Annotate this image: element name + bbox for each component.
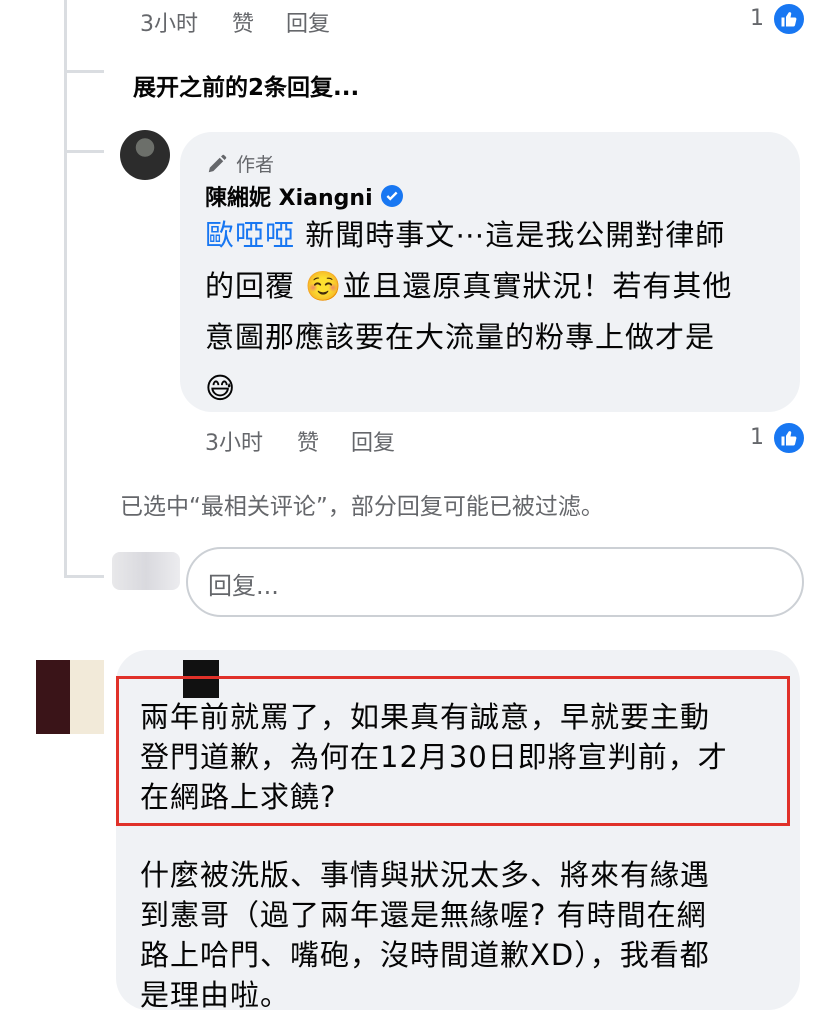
top-comment-actions: 3小时 赞 回复 bbox=[140, 6, 362, 38]
paragraph-2-line-4: 是理由啦。 bbox=[140, 978, 291, 1012]
thread-line-main bbox=[64, 0, 67, 560]
top-comment-reply-button[interactable]: 回复 bbox=[286, 12, 330, 37]
author-badge: 作者 bbox=[206, 150, 274, 177]
author-reply-like-count: 1 bbox=[750, 425, 764, 450]
paragraph-2-line-2: 到憲哥（過了兩年還是無緣喔? 有時間在網 bbox=[140, 898, 707, 932]
author-reply-line-2: 的回覆 ☺️並且還原真實狀況！若有其他 bbox=[205, 269, 733, 303]
reply-input-placeholder: 回复... bbox=[208, 572, 279, 600]
thread-line-branch-reply bbox=[64, 575, 104, 578]
author-reply-line-4: 😅 bbox=[205, 371, 237, 405]
author-reply-text: 歐啞啞 新聞時事文⋯這是我公開對律師 的回覆 ☺️並且還原真實狀況！若有其他 意… bbox=[205, 210, 795, 414]
author-badge-label: 作者 bbox=[236, 154, 275, 176]
author-name-text[interactable]: 陳緗妮 Xiangni bbox=[205, 180, 373, 212]
verified-badge-icon bbox=[380, 185, 403, 207]
author-reply-like-button[interactable]: 赞 bbox=[297, 431, 319, 456]
author-reply-reply-button[interactable]: 回复 bbox=[351, 431, 395, 456]
top-comment-like-count: 1 bbox=[750, 6, 764, 31]
author-reply-time[interactable]: 3小时 bbox=[205, 431, 263, 456]
thread-line-branch-author bbox=[64, 150, 104, 153]
comment-paragraph-2: 什麼被洗版、事情與狀況太多、將來有緣遇 到憲哥（過了兩年還是無緣喔? 有時間在網… bbox=[140, 855, 710, 1015]
thread-line-branch-expand bbox=[64, 70, 104, 73]
author-reply-line-3: 意圖那應該要在大流量的粉專上做才是 bbox=[205, 320, 716, 354]
filter-note: 已选中“最相关评论”，部分回复可能已被过滤。 bbox=[120, 494, 604, 520]
paragraph-2-line-3: 路上哈門、嘴砲，沒時間道歉XD），我看都 bbox=[140, 938, 710, 972]
author-reply-line-1: 歐啞啞 新聞時事文⋯這是我公開對律師 bbox=[205, 218, 726, 252]
commenter-avatar[interactable] bbox=[36, 660, 104, 734]
top-comment-time[interactable]: 3小时 bbox=[140, 12, 198, 37]
expand-previous-replies-link[interactable]: 展开之前的2条回复... bbox=[133, 68, 359, 102]
paragraph-2-line-1: 什麼被洗版、事情與狀況太多、將來有緣遇 bbox=[140, 858, 711, 892]
highlighted-line-2: 登門道歉，為何在12月30日即將宣判前，才 bbox=[140, 740, 728, 774]
thumbs-up-icon bbox=[772, 2, 806, 36]
current-user-avatar bbox=[112, 552, 180, 590]
highlighted-line-3: 在網路上求饒? bbox=[140, 780, 337, 814]
author-reply-actions: 3小时 赞 回复 bbox=[205, 425, 427, 457]
thumbs-up-icon bbox=[772, 421, 806, 455]
highlighted-line-1: 兩年前就罵了，如果真有誠意，早就要主動 bbox=[140, 700, 711, 734]
author-name[interactable]: 陳緗妮 Xiangni bbox=[205, 180, 403, 212]
author-avatar[interactable] bbox=[120, 130, 170, 180]
thread-line-bottom bbox=[64, 560, 67, 577]
pen-icon bbox=[208, 154, 227, 172]
top-comment-like-button[interactable]: 赞 bbox=[232, 12, 254, 37]
mention-link[interactable]: 歐啞啞 bbox=[205, 218, 295, 252]
highlighted-text: 兩年前就罵了，如果真有誠意，早就要主動 登門道歉，為何在12月30日即將宣判前，… bbox=[140, 697, 728, 817]
